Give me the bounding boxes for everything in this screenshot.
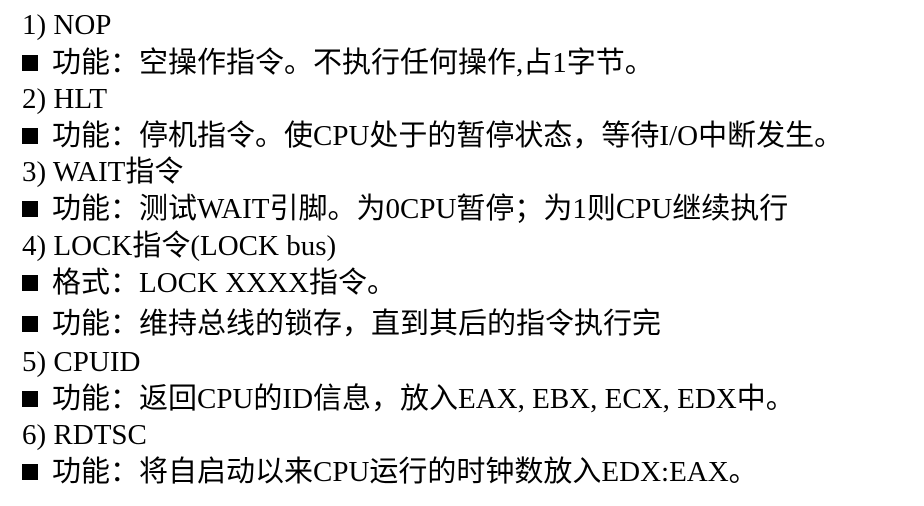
square-bullet-icon: [22, 201, 38, 217]
item-description: 功能：维持总线的锁存，直到其后的指令执行完: [52, 308, 662, 340]
item-description: 功能：将自启动以来CPU运行的时钟数放入EDX:EAX。: [52, 456, 758, 488]
item-description: 功能：空操作指令。不执行任何操作,占1字节。: [52, 47, 654, 79]
list-item: 功能：返回CPU的ID信息，放入EAX, EBX, ECX, EDX中。: [22, 381, 795, 417]
item-heading-rdtsc: 6) RDTSC: [22, 419, 147, 451]
item-description: 功能：返回CPU的ID信息，放入EAX, EBX, ECX, EDX中。: [52, 383, 795, 415]
item-description: 功能：停机指令。使CPU处于的暂停状态，等待I/O中断发生。: [52, 120, 844, 152]
square-bullet-icon: [22, 391, 38, 407]
item-heading-nop: 1) NOP: [22, 9, 112, 41]
list-item: 功能：测试WAIT引脚。为0CPU暂停；为1则CPU继续执行: [22, 191, 788, 227]
square-bullet-icon: [22, 275, 38, 291]
item-heading-wait: 3) WAIT指令: [22, 156, 184, 188]
square-bullet-icon: [22, 55, 38, 71]
item-format: 格式：LOCK XXXX指令。: [52, 267, 396, 299]
list-item: 功能：将自启动以来CPU运行的时钟数放入EDX:EAX。: [22, 454, 758, 490]
square-bullet-icon: [22, 464, 38, 480]
item-description: 功能：测试WAIT引脚。为0CPU暂停；为1则CPU继续执行: [52, 193, 789, 225]
instruction-list: 1) NOP 功能：空操作指令。不执行任何操作,占1字节。 2) HLT 功能：…: [0, 0, 924, 506]
item-heading-lock: 4) LOCK指令(LOCK bus): [22, 230, 337, 262]
list-item: 功能：维持总线的锁存，直到其后的指令执行完: [22, 306, 661, 342]
list-item: 功能：停机指令。使CPU处于的暂停状态，等待I/O中断发生。: [22, 118, 843, 154]
square-bullet-icon: [22, 128, 38, 144]
item-heading-hlt: 2) HLT: [22, 83, 108, 115]
list-item: 功能：空操作指令。不执行任何操作,占1字节。: [22, 45, 654, 81]
list-item: 格式：LOCK XXXX指令。: [22, 265, 396, 301]
square-bullet-icon: [22, 316, 38, 332]
item-heading-cpuid: 5) CPUID: [22, 346, 141, 378]
